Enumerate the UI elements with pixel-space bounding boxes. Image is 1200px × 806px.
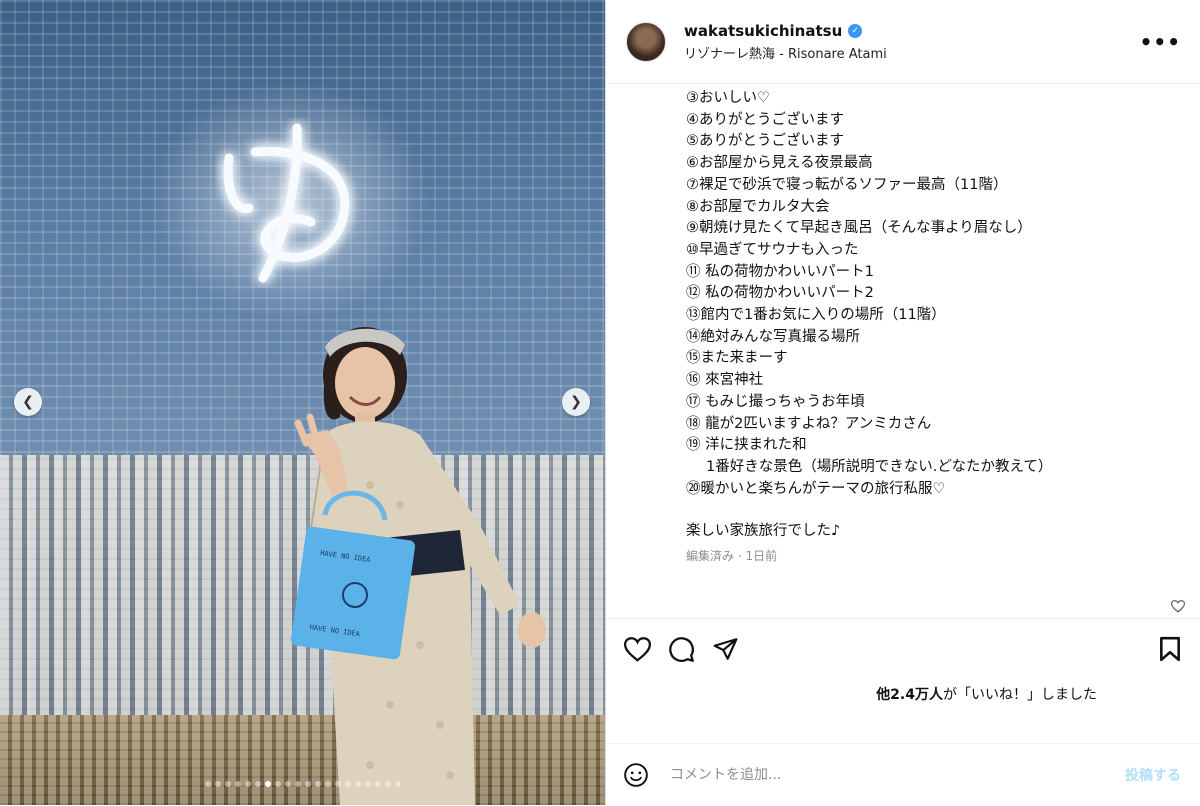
post-comment-button[interactable]: 投稿する [1125, 765, 1181, 785]
heart-icon [623, 636, 651, 662]
caption-line: ⑬館内で1番お気に入りの場所（11階） [686, 307, 946, 324]
caption-line: ⑲ 洋に挟まれた和 [686, 437, 807, 454]
caption-line: ⑯ 來宮神社 [686, 372, 764, 389]
caption-line: ⑭絶対みんな写真撮る場所 [686, 328, 860, 345]
comment-input[interactable] [668, 766, 1125, 784]
woman-in-yukata: HAVE NO IDEA HAVE NO IDEA [290, 327, 546, 805]
chevron-left-icon: ❮ [22, 394, 34, 410]
carousel-dot [284, 781, 291, 787]
edited-timestamp: 編集済み · 1日前 [686, 549, 778, 564]
carousel-dot [334, 781, 341, 787]
share-button[interactable] [710, 634, 740, 664]
carousel-dot [304, 781, 311, 787]
carousel-dot [294, 781, 301, 787]
likes-summary[interactable]: 他2.4万人が「いいね！」しました [876, 684, 1097, 704]
action-bar [606, 618, 1200, 679]
more-options-icon[interactable]: ••• [1140, 30, 1181, 54]
caption-line: ⑰ もみじ撮っちゃうお年頃 [686, 393, 865, 410]
caption-line: ⑪ 私の荷物かわいいパート1 [686, 263, 874, 280]
neon-yu-sign [223, 123, 350, 283]
caption-line: ③おいしい♡ [686, 90, 770, 106]
avatar[interactable] [626, 21, 666, 62]
caption-line: ④ありがとうございます [686, 111, 844, 128]
caption-line: 1番好きな景色（場所説明できない.どなたか教えて） [706, 458, 1053, 475]
carousel-dot [354, 781, 361, 787]
like-button[interactable] [622, 634, 652, 664]
carousel-dot [384, 781, 391, 787]
carousel-next-button[interactable]: ❯ [562, 388, 590, 416]
caption-line: ⑨朝焼け見たくて早起き風呂（そんな事より眉なし） [686, 220, 1032, 237]
caption-line: ⑮また来まーす [686, 350, 788, 367]
caption-list: ③おいしい♡ ④ありがとうございます ⑤ありがとうございます ⑥お部屋から見える夜景最… [686, 88, 1200, 500]
carousel-dot [254, 781, 261, 787]
caption-line: ⑦裸足で砂浜で寝っ転がるソファー最高（11階） [686, 176, 1008, 193]
smiley-icon [624, 763, 648, 787]
likes-suffix: が「いいね！」しました [943, 687, 1097, 703]
carousel-dot [324, 781, 331, 787]
carousel-dot [224, 781, 231, 787]
caption: ③おいしい♡ ④ありがとうございます ⑤ありがとうございます ⑥お部屋から見える夜景最… [606, 88, 1200, 564]
caption-line: ⑩早過ぎてサウナも入った [686, 241, 859, 258]
carousel-dot [364, 781, 371, 787]
caption-line: ⑥お部屋から見える夜景最高 [686, 155, 873, 172]
caption-closing: 楽しい家族旅行でした♪ [686, 523, 841, 540]
carousel-indicator [0, 781, 605, 787]
location-link[interactable]: リゾナーレ熱海 - Risonare Atami [684, 43, 1140, 62]
caption-line: ⑧お部屋でカルタ大会 [686, 198, 830, 215]
carousel-dot [394, 781, 401, 787]
instagram-post-view: HAVE NO IDEA HAVE NO IDEA ❮ ❯ wakatsukic… [0, 0, 1200, 805]
header-text: wakatsukichinatsu ✓ リゾナーレ熱海 - Risonare A… [684, 22, 1140, 62]
bookmark-icon [1160, 636, 1180, 662]
comment-button[interactable] [666, 634, 696, 664]
post-photo[interactable]: HAVE NO IDEA HAVE NO IDEA ❮ ❯ [0, 0, 605, 805]
paper-plane-icon [713, 638, 737, 660]
post-header: wakatsukichinatsu ✓ リゾナーレ熱海 - Risonare A… [606, 0, 1200, 84]
caption-line: ⑱ 龍が2匹いますよね？アンミカさん [686, 415, 932, 432]
username-row: wakatsukichinatsu ✓ [684, 22, 1140, 40]
carousel-dot [264, 781, 271, 787]
verified-badge-icon: ✓ [848, 23, 863, 38]
carousel-dot [344, 781, 351, 787]
carousel-dot [234, 781, 241, 787]
emoji-button[interactable] [622, 761, 650, 789]
post-sidebar: wakatsukichinatsu ✓ リゾナーレ熱海 - Risonare A… [605, 0, 1200, 805]
caption-line: ⑳暖かいと楽ちんがテーマの旅行私服♡ [686, 480, 946, 497]
save-button[interactable] [1155, 634, 1185, 664]
carousel-dot [204, 781, 211, 787]
carousel-dot [274, 781, 281, 787]
likes-count: 他2.4万人 [876, 687, 943, 703]
carousel-dot [314, 781, 321, 787]
comment-bar: 投稿する [606, 743, 1200, 806]
carousel-prev-button[interactable]: ❮ [14, 388, 42, 416]
comment-like-heart-icon[interactable] [1171, 600, 1185, 613]
carousel-dot [214, 781, 221, 787]
caption-line: ⑫ 私の荷物かわいいパート2 [686, 285, 874, 302]
carousel-dot [374, 781, 381, 787]
chevron-right-icon: ❯ [570, 394, 582, 410]
caption-line: ⑤ありがとうございます [686, 133, 844, 150]
comment-bubble-icon [668, 636, 694, 662]
username-link[interactable]: wakatsukichinatsu [684, 22, 842, 40]
carousel-dot [244, 781, 251, 787]
